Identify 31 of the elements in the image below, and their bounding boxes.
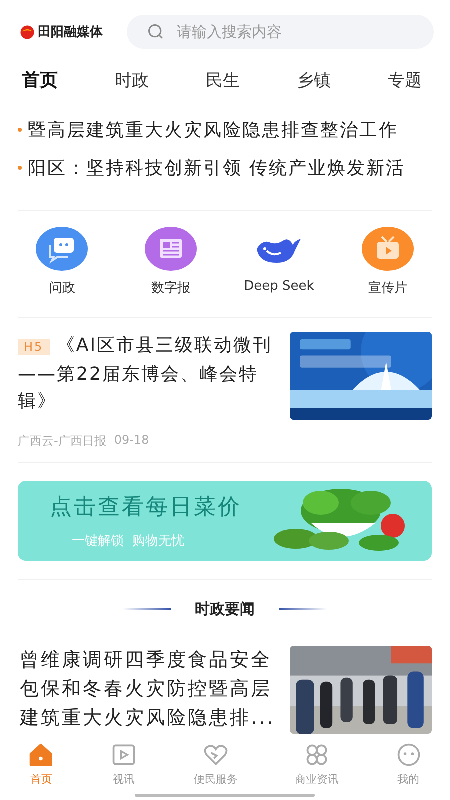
- article-date: 09-18: [114, 433, 150, 449]
- article-source: 广西云-广西日报: [18, 433, 106, 450]
- home-icon: [28, 742, 54, 768]
- category-tab[interactable]: 首页: [22, 66, 58, 94]
- banner-title: 点击查看每日菜价: [50, 494, 242, 522]
- chat-icon[interactable]: [36, 227, 88, 271]
- bullet-dot-icon: [18, 166, 22, 170]
- headline-link[interactable]: 阳区：坚持科技创新引领 传统产业焕发新活: [28, 156, 406, 180]
- article-title[interactable]: H5 《AI区市县三级联动微刊——第22届东博会、峰会特辑》: [18, 332, 278, 415]
- h5-tag: H5: [18, 339, 50, 355]
- bullet-dot-icon: [18, 128, 22, 132]
- newspaper-icon[interactable]: [144, 227, 197, 271]
- section-title: 时政要闻: [195, 600, 255, 618]
- video-icon: [111, 742, 138, 768]
- logo-icon: [20, 24, 35, 40]
- heart-icon: [202, 742, 229, 768]
- search-field[interactable]: 请输入搜索内容: [127, 15, 434, 49]
- shortcut-label[interactable]: Deep Seek: [244, 279, 314, 294]
- category-tab[interactable]: 乡镇: [297, 66, 331, 94]
- category-tab[interactable]: 时政: [115, 66, 149, 94]
- category-tab[interactable]: 民生: [206, 66, 240, 94]
- shortcut-label[interactable]: 问政: [49, 279, 76, 297]
- logo-text: 田阳融媒体: [38, 24, 103, 41]
- face-icon: [396, 742, 422, 768]
- search-icon: [147, 23, 165, 41]
- shortcut-label[interactable]: 宣传片: [368, 279, 408, 297]
- banner-subtitle: 一键解锁 购物无忧: [71, 533, 184, 550]
- shortcut-label[interactable]: 数字报: [151, 279, 190, 297]
- news-title[interactable]: 曾维康调研四季度食品安全包保和冬春火灾防控暨高层建筑重大火灾风险隐患排...: [20, 646, 276, 734]
- category-tab[interactable]: 专题: [388, 66, 422, 94]
- headline-link[interactable]: 暨高层建筑重大火灾风险隐患排查整治工作: [28, 118, 398, 142]
